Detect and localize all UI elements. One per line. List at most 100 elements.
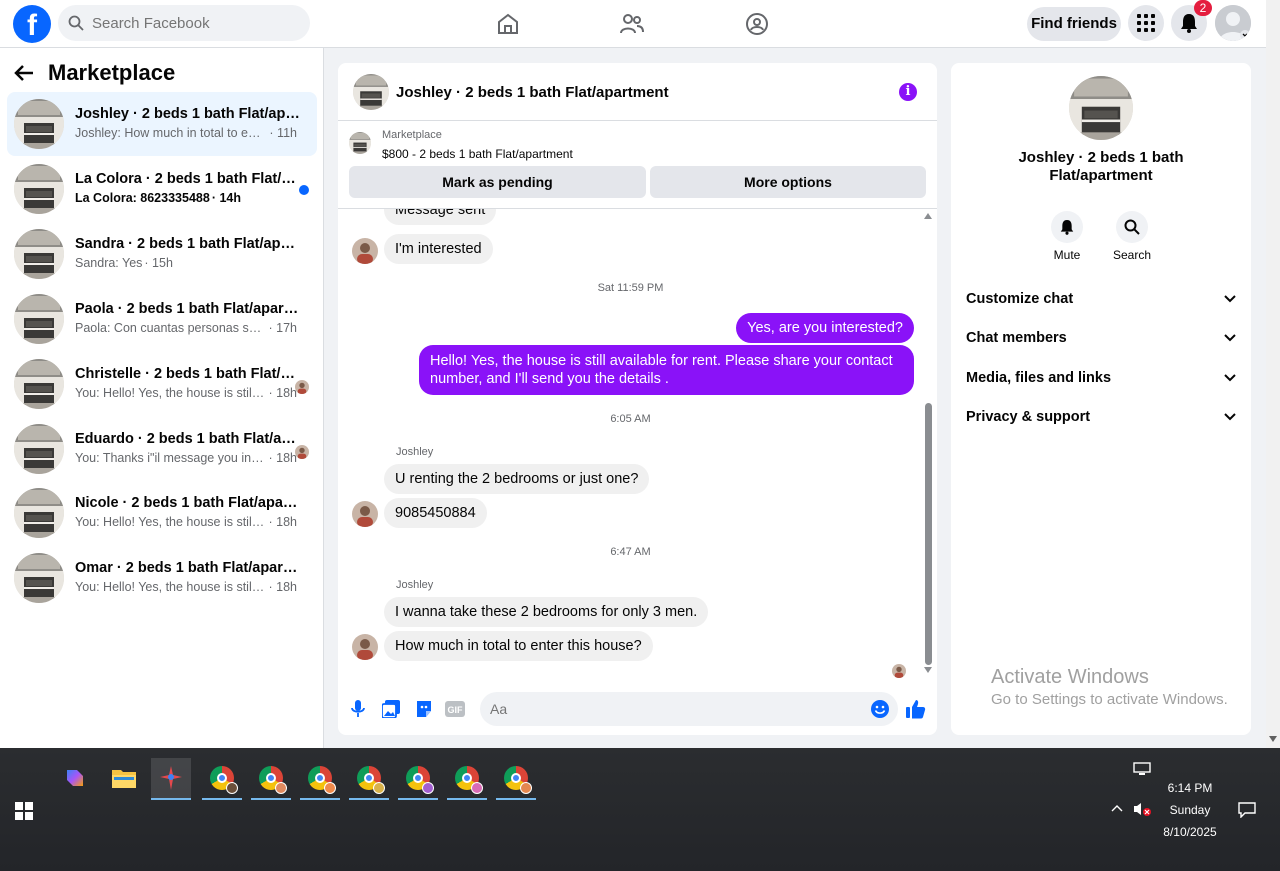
listing-price[interactable]: $800 - 2 beds 1 bath Flat/apartment <box>382 147 573 161</box>
scroll-down-icon[interactable] <box>924 667 932 673</box>
chat-title[interactable]: Joshley · 2 beds 1 bath Flat/apartment <box>396 84 669 101</box>
message-bubble-incoming[interactable]: I'm interested <box>384 234 493 264</box>
mute-button[interactable]: Mute <box>1037 211 1097 262</box>
message-bubble-outgoing[interactable]: Hello! Yes, the house is still available… <box>419 345 914 395</box>
find-friends-button[interactable]: Find friends <box>1027 7 1121 41</box>
details-listing-thumbnail[interactable] <box>1069 76 1133 140</box>
search-label: Search <box>1112 248 1152 262</box>
copilot-app-icon[interactable] <box>55 758 95 798</box>
sender-avatar[interactable] <box>352 238 378 264</box>
privacy-support-section[interactable]: Privacy & support <box>966 409 1236 425</box>
conversation-name: La Colora · 2 beds 1 bath Flat/apartment <box>75 171 301 187</box>
thumbs-up-icon[interactable] <box>906 699 926 719</box>
chrome-profile-icon[interactable] <box>300 758 340 800</box>
seen-avatar <box>295 380 309 394</box>
conversation-name: Nicole · 2 beds 1 bath Flat/apartment <box>75 495 301 511</box>
chevron-up-icon[interactable] <box>1111 804 1123 812</box>
chat-listing-thumbnail[interactable] <box>353 74 389 110</box>
clock-time[interactable]: 6:14 PM <box>1160 781 1220 795</box>
listing-banner: Marketplace $800 - 2 beds 1 bath Flat/ap… <box>338 121 937 209</box>
chrome-profile-icon[interactable] <box>202 758 242 800</box>
sidebar-header: Marketplace <box>14 60 175 86</box>
conversation-name: Christelle · 2 beds 1 bath Flat/apartmen… <box>75 366 301 382</box>
sidebar-title: Marketplace <box>48 60 176 85</box>
message-bubble-outgoing[interactable]: Yes, are you interested? <box>736 313 914 343</box>
clock-day[interactable]: Sunday <box>1160 803 1220 817</box>
conversation-item[interactable]: La Colora · 2 beds 1 bath Flat/apartment… <box>7 157 317 221</box>
microphone-icon[interactable] <box>348 699 368 719</box>
listing-label: Marketplace <box>382 129 442 141</box>
seen-avatar <box>295 445 309 459</box>
chat-members-section[interactable]: Chat members <box>966 330 1236 346</box>
listing-thumbnail <box>14 99 64 149</box>
message-bubble-incoming[interactable]: 9085450884 <box>384 498 487 528</box>
media-files-links-section[interactable]: Media, files and links <box>966 370 1236 386</box>
search-conversation-button[interactable]: Search <box>1102 211 1162 262</box>
conversation-item[interactable]: Joshley · 2 beds 1 bath Flat/apartment J… <box>7 92 317 156</box>
groups-icon[interactable] <box>741 8 773 40</box>
conversation-item[interactable]: Omar · 2 beds 1 bath Flat/apartment You:… <box>7 546 317 610</box>
sticker-icon[interactable] <box>414 699 434 719</box>
details-title: Joshley · 2 beds 1 bath Flat/apartment <box>1018 149 1184 184</box>
chrome-profile-icon[interactable] <box>496 758 536 800</box>
conversation-name: Eduardo · 2 beds 1 bath Flat/apartment <box>75 431 301 447</box>
friends-icon[interactable] <box>616 8 648 40</box>
message-bubble-incoming[interactable]: I wanna take these 2 bedrooms for only 3… <box>384 597 709 627</box>
thread-scrollbar[interactable] <box>922 213 934 673</box>
search-box[interactable] <box>58 5 310 41</box>
listing-thumbnail <box>14 229 64 279</box>
conversation-preview: You: Hello! Yes, the house is still avai… <box>75 386 297 400</box>
conversation-item[interactable]: Nicole · 2 beds 1 bath Flat/apartment Yo… <box>7 481 317 545</box>
conversation-item[interactable]: Paola · 2 beds 1 bath Flat/apartment Pao… <box>7 287 317 351</box>
customize-chat-section[interactable]: Customize chat <box>966 291 1236 307</box>
back-arrow-icon[interactable] <box>14 64 34 82</box>
message-bubble-incoming[interactable]: Message sent <box>384 209 497 225</box>
chrome-profile-icon[interactable] <box>349 758 389 800</box>
scroll-up-icon[interactable] <box>924 213 932 219</box>
conversation-item[interactable]: Christelle · 2 beds 1 bath Flat/apartmen… <box>7 352 317 416</box>
facebook-logo-icon[interactable]: f <box>13 5 51 43</box>
photo-attach-icon[interactable] <box>381 699 401 719</box>
mark-as-pending-button[interactable]: Mark as pending <box>349 166 646 198</box>
message-text-field[interactable] <box>490 701 860 717</box>
chevron-down-icon <box>1224 374 1236 382</box>
volume-muted-icon[interactable] <box>1133 802 1151 816</box>
conversation-item[interactable]: Eduardo · 2 beds 1 bath Flat/apartment Y… <box>7 417 317 481</box>
emoji-icon[interactable] <box>870 699 890 719</box>
message-bubble-incoming[interactable]: U renting the 2 bedrooms or just one? <box>384 464 650 494</box>
profile-avatar[interactable] <box>1215 5 1251 41</box>
conversation-preview: Sandra: Yes · 15h <box>75 256 173 270</box>
notification-center-icon[interactable] <box>1238 802 1256 818</box>
sender-name: Joshley <box>396 579 434 591</box>
file-explorer-icon[interactable] <box>104 758 144 798</box>
sender-name: Joshley <box>396 446 434 458</box>
listing-thumbnail <box>14 294 64 344</box>
search-input[interactable] <box>92 14 292 32</box>
clock-date[interactable]: 8/10/2025 <box>1155 825 1225 839</box>
conversation-preview: You: Hello! Yes, the house is still avai… <box>75 515 297 529</box>
sender-avatar[interactable] <box>352 634 378 660</box>
message-bubble-incoming[interactable]: How much in total to enter this house? <box>384 631 653 661</box>
menu-grid-icon[interactable] <box>1128 5 1164 41</box>
pinned-app-icon[interactable] <box>151 758 191 800</box>
page-scroll-down-icon[interactable] <box>1269 736 1277 742</box>
windows-taskbar: 6:14 PM Sunday 8/10/2025 <box>0 748 1280 871</box>
chrome-profile-icon[interactable] <box>398 758 438 800</box>
windows-start-icon[interactable] <box>15 802 33 820</box>
message-input[interactable] <box>480 692 898 726</box>
notification-count-badge: 2 <box>1194 0 1212 16</box>
sender-avatar[interactable] <box>352 501 378 527</box>
chevron-down-icon <box>1224 334 1236 342</box>
scroll-thumb[interactable] <box>925 403 932 665</box>
page-scrollbar[interactable] <box>1266 0 1280 748</box>
conversation-item[interactable]: Sandra · 2 beds 1 bath Flat/apartment Sa… <box>7 222 317 286</box>
info-icon[interactable]: i <box>899 83 917 101</box>
chevron-down-icon <box>1224 413 1236 421</box>
network-icon[interactable] <box>1133 762 1151 776</box>
search-icon <box>1116 211 1148 243</box>
chrome-profile-icon[interactable] <box>447 758 487 800</box>
chrome-profile-icon[interactable] <box>251 758 291 800</box>
gif-icon[interactable]: GIF <box>445 699 465 719</box>
home-icon[interactable] <box>492 8 524 40</box>
more-options-button[interactable]: More options <box>650 166 926 198</box>
